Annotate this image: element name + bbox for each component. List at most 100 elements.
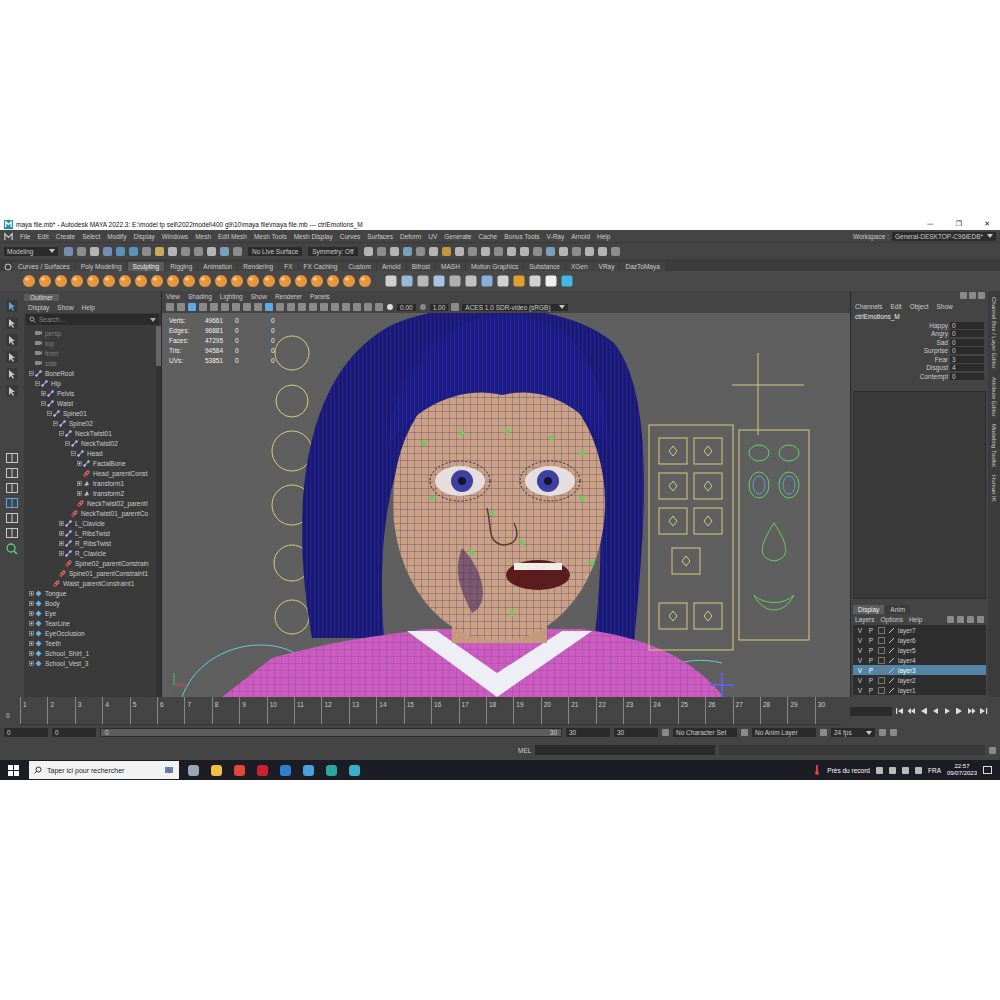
status-tool-icon[interactable] (481, 247, 490, 256)
sculpt-tool-icon[interactable] (22, 274, 36, 288)
status-tool-icon[interactable] (155, 247, 164, 256)
outliner-item[interactable]: Spine02 (24, 418, 156, 428)
channel-box-icon[interactable] (978, 292, 985, 299)
layer-color-swatch[interactable] (878, 627, 885, 634)
outliner-item[interactable]: L_RibsTwist (24, 528, 156, 538)
layer-row[interactable]: V P layer2 (853, 675, 986, 685)
control-circle-icon[interactable] (275, 600, 309, 634)
viewport-tool-icon[interactable] (309, 303, 317, 311)
sculpt-tool-icon[interactable] (278, 274, 292, 288)
shelf-tool-icon[interactable] (416, 274, 430, 288)
viewport-tool-icon[interactable] (177, 303, 185, 311)
status-tool-icon[interactable] (520, 247, 529, 256)
viewport-menu-item[interactable]: Show (251, 293, 267, 300)
status-tool-icon[interactable] (442, 247, 451, 256)
shelf-tab[interactable]: XGen (566, 262, 593, 271)
taskbar-app-icon[interactable] (326, 765, 337, 776)
expander[interactable] (76, 480, 82, 486)
viewport-tool-icon[interactable] (210, 303, 218, 311)
side-tab[interactable]: Modeling Toolkit (991, 424, 997, 467)
status-tool-icon[interactable] (181, 247, 190, 256)
outliner-item[interactable]: L_Clavicle (24, 518, 156, 528)
outliner-menu-item[interactable]: Show (57, 304, 73, 311)
control-circle-icon[interactable] (276, 385, 308, 417)
expander[interactable] (28, 600, 34, 606)
layout-icon[interactable] (5, 497, 19, 509)
outliner-item[interactable]: Waist (24, 398, 156, 408)
status-tool-icon[interactable] (455, 247, 464, 256)
window-control-button[interactable]: — (927, 220, 934, 228)
expander[interactable] (28, 350, 34, 356)
expander[interactable] (28, 630, 34, 636)
viewport-tool-icon[interactable] (364, 303, 372, 311)
taskbar-app-icon[interactable] (349, 765, 360, 776)
viewport-tool-icon[interactable] (375, 303, 383, 311)
shelf-tool-icon[interactable] (400, 274, 414, 288)
shelf-tab[interactable]: Rendering (238, 262, 278, 271)
outliner-item[interactable]: FacialBone (24, 458, 156, 468)
outliner-item[interactable]: NeckTwist01 (24, 428, 156, 438)
shelf-tab[interactable]: Rigging (165, 262, 197, 271)
channel-box-menu-item[interactable]: Object (910, 303, 929, 310)
layer-playback-toggle[interactable]: P (867, 677, 875, 684)
taskbar-app-icon[interactable] (211, 765, 222, 776)
status-tool-icon[interactable] (559, 247, 568, 256)
outliner-item[interactable]: School_Vest_3 (24, 658, 156, 668)
layer-editor-menu-item[interactable]: Options (881, 616, 903, 623)
outliner-item[interactable]: front (24, 348, 156, 358)
viewport-menu-item[interactable]: View (166, 293, 180, 300)
layer-color-swatch[interactable] (878, 687, 885, 694)
menu-item[interactable]: Select (82, 233, 100, 240)
outliner-item[interactable]: EyeOcclusion (24, 628, 156, 638)
stepfwd-icon[interactable] (967, 707, 976, 715)
outliner-item[interactable]: Waist_parentConstraint1 (24, 578, 156, 588)
side-tab[interactable]: Human IK (991, 475, 997, 502)
channel-box-menu-item[interactable]: Channels (855, 303, 882, 310)
sculpt-tool-icon[interactable] (246, 274, 260, 288)
expander[interactable] (76, 460, 82, 466)
expander[interactable] (28, 640, 34, 646)
outliner-item[interactable]: Spine02_parentConstrain (24, 558, 156, 568)
status-tool-icon[interactable] (377, 247, 386, 256)
expander[interactable] (76, 470, 82, 476)
sculpt-tool-icon[interactable] (214, 274, 228, 288)
outliner-item[interactable]: School_Shirt_1 (24, 648, 156, 658)
prefs-icon[interactable] (890, 729, 897, 736)
expander[interactable] (46, 410, 52, 416)
layer-row[interactable]: V P layer1 (853, 685, 986, 695)
status-tool-icon[interactable] (77, 247, 86, 256)
shelf-tab[interactable]: Custom (343, 262, 375, 271)
menu-item[interactable]: Surfaces (367, 233, 393, 240)
outliner-item[interactable]: Spine01_parentConstraint1 (24, 568, 156, 578)
channel-box-icon[interactable] (969, 292, 976, 299)
layer-playback-toggle[interactable]: P (867, 637, 875, 644)
windows-start-icon[interactable] (8, 765, 19, 776)
outliner-scrollbar[interactable] (156, 326, 161, 697)
outliner-menu-item[interactable]: Display (28, 304, 49, 311)
anim-layer-menu-icon[interactable] (820, 729, 827, 736)
layout-icon[interactable] (5, 512, 19, 524)
live-surface-field[interactable]: No Live Surface (248, 247, 302, 256)
status-tool-icon[interactable] (546, 247, 555, 256)
tray-icon[interactable] (915, 767, 922, 774)
attribute-value[interactable]: 0 (950, 339, 984, 346)
menu-item[interactable]: Windows (162, 233, 188, 240)
attribute-value[interactable]: 0 (950, 322, 984, 329)
side-tab[interactable]: Channel Box / Layer Editor (991, 297, 997, 369)
tool-icon[interactable] (5, 333, 19, 347)
expander[interactable] (28, 370, 34, 376)
outliner-item[interactable]: Body (24, 598, 156, 608)
menu-item[interactable]: V-Ray (547, 233, 565, 240)
shelf-tab[interactable]: MASH (436, 262, 465, 271)
dropdown-arrow-icon[interactable] (150, 318, 156, 322)
menu-item[interactable]: Generate (444, 233, 471, 240)
shelf-tab[interactable]: FX Caching (299, 262, 343, 271)
layer-visibility-toggle[interactable]: V (856, 687, 864, 694)
script-editor-icon[interactable] (989, 747, 996, 754)
status-tool-icon[interactable] (533, 247, 542, 256)
tray-icon[interactable] (876, 767, 883, 774)
exposure-field[interactable]: 0.00 (397, 304, 416, 311)
shelf-tool-icon[interactable] (432, 274, 446, 288)
expander[interactable] (28, 610, 34, 616)
menu-item[interactable]: Arnold (571, 233, 590, 240)
